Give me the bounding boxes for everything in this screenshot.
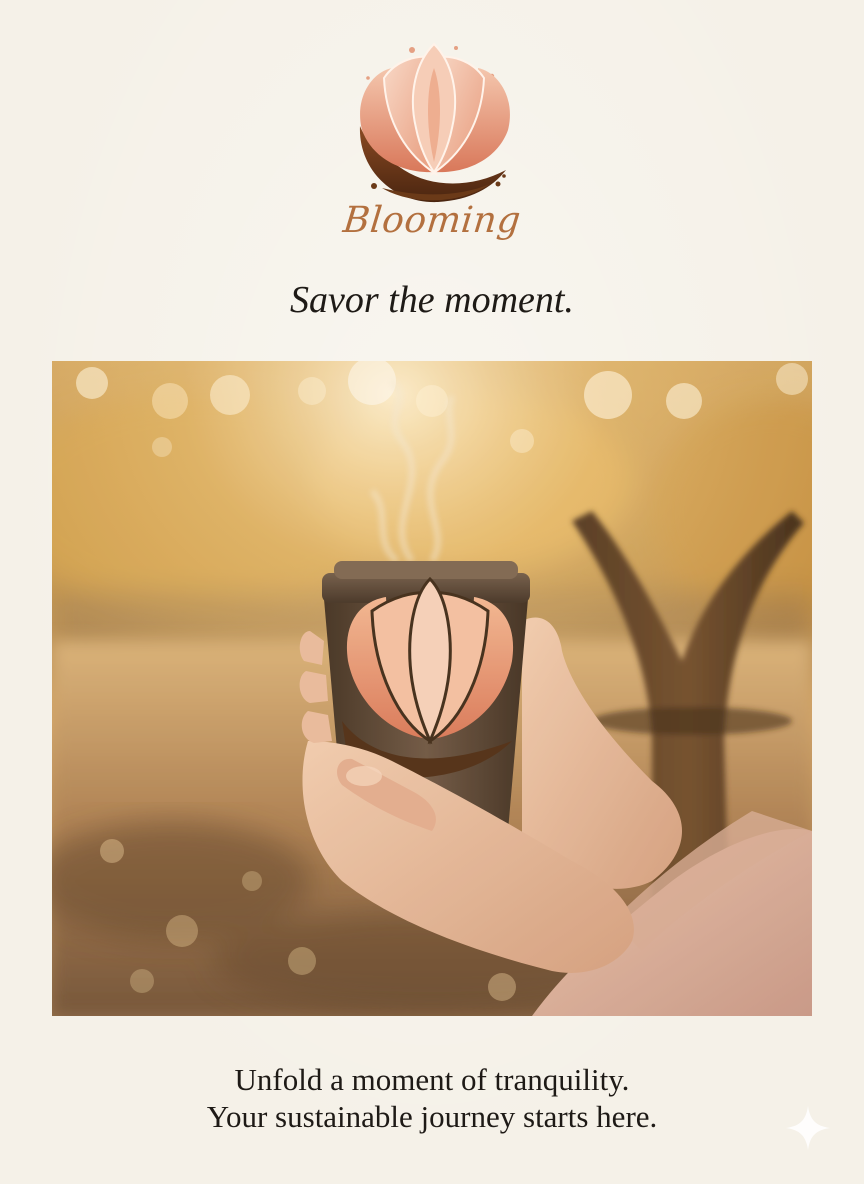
page-tagline: Savor the moment. bbox=[290, 279, 574, 321]
footer-line-1: Unfold a moment of tranquility. bbox=[234, 1062, 630, 1097]
lotus-coffee-logo-icon bbox=[352, 38, 516, 208]
brand-name: Blooming bbox=[341, 200, 523, 241]
sparkle-icon bbox=[784, 1104, 832, 1152]
footer-line-2: Your sustainable journey starts here. bbox=[206, 1099, 658, 1134]
hero-photo bbox=[52, 361, 812, 1016]
